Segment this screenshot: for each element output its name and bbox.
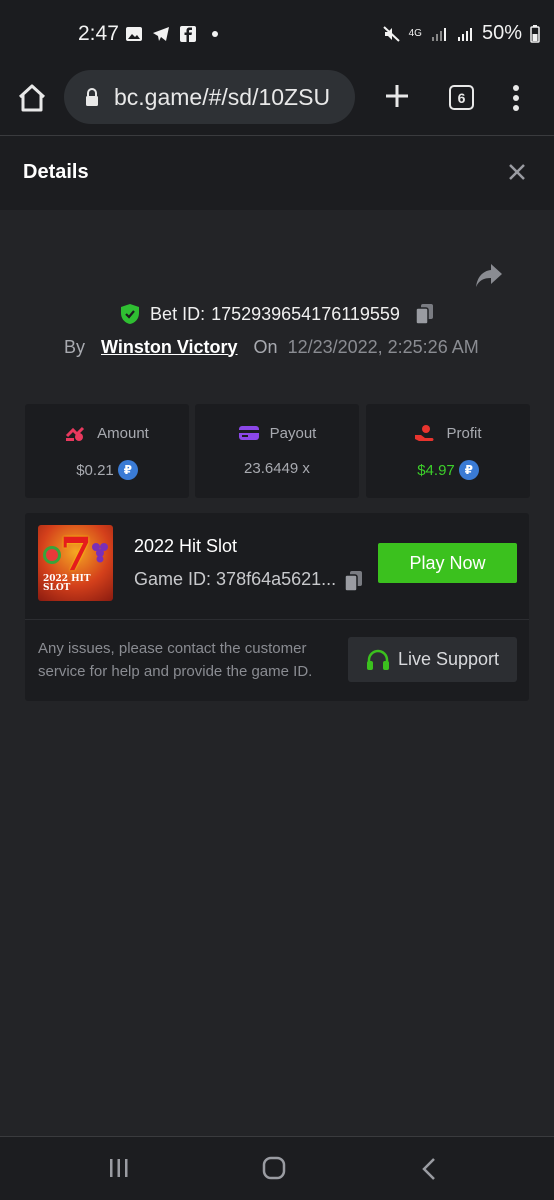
- bet-id-row: Bet ID: 1752939654176119559: [0, 301, 554, 327]
- facebook-icon: [180, 26, 196, 42]
- dot-icon: [212, 31, 218, 37]
- thumbnail-text: 2022 HIT SLOT: [43, 575, 91, 593]
- bet-date: 12/23/2022, 2:25:26 AM: [287, 336, 479, 357]
- mute-icon: [382, 25, 400, 42]
- new-tab-icon[interactable]: [381, 80, 413, 112]
- game-id-label: Game ID:: [134, 569, 212, 589]
- game-id-value: 378f64a5621...: [216, 569, 337, 589]
- payout-label: Payout: [269, 424, 317, 442]
- amount-card: Amount $0.21 ₽: [25, 404, 189, 498]
- thumbnail-text-line2: SLOT: [43, 583, 71, 593]
- game-id: Game ID: 378f64a5621...: [134, 569, 336, 590]
- payout-card: Payout 23.6449 x: [195, 404, 359, 498]
- coin-icon: ₽: [117, 460, 138, 480]
- bet-id-value: 1752939654176119559: [211, 303, 400, 324]
- verified-shield-icon: [121, 304, 140, 324]
- back-icon[interactable]: [420, 1157, 438, 1181]
- tab-switcher-button[interactable]: 6: [449, 85, 474, 110]
- profit-card: Profit $4.97 ₽: [366, 404, 530, 498]
- details-header: Details: [0, 136, 554, 210]
- network-label: 4G: [408, 27, 422, 39]
- url-text: bc.game/#/sd/10ZSU: [114, 83, 331, 110]
- copy-icon[interactable]: [343, 570, 363, 592]
- home-icon[interactable]: [16, 82, 48, 114]
- telegram-icon: [153, 27, 169, 41]
- support-info-text: Any issues, please contact the customer …: [38, 640, 313, 680]
- signal-icon: [431, 27, 446, 41]
- battery-icon: [530, 24, 540, 43]
- play-now-button[interactable]: Play Now: [378, 543, 517, 583]
- coin-icon: ₽: [458, 460, 479, 480]
- profit-value: $4.97: [417, 461, 455, 479]
- amount-icon: [66, 426, 85, 441]
- game-title: 2022 Hit Slot: [134, 536, 238, 556]
- battery-text: 50%: [481, 22, 522, 44]
- signal-icon: [457, 27, 472, 41]
- watermelon-icon: [43, 546, 61, 564]
- close-icon[interactable]: [506, 161, 528, 183]
- status-icons-right: 4G 50%: [382, 22, 540, 45]
- game-thumbnail[interactable]: 7 2022 HIT SLOT: [38, 525, 113, 601]
- more-menu-icon[interactable]: [506, 82, 526, 114]
- amount-value: $0.21: [76, 461, 114, 479]
- bet-author-row: By Winston Victory On 12/23/2022, 2:25:2…: [64, 334, 479, 360]
- status-icons-left: [125, 26, 224, 42]
- live-support-button[interactable]: Live Support: [348, 637, 517, 682]
- browser-toolbar: bc.game/#/sd/10ZSU 6: [0, 68, 554, 136]
- payout-value: 23.6449 x: [244, 460, 310, 477]
- grapes-icon: [92, 543, 108, 563]
- by-label: By: [64, 336, 86, 357]
- live-support-label: Live Support: [397, 649, 500, 669]
- home-nav-icon[interactable]: [261, 1155, 287, 1181]
- card-icon: [238, 426, 259, 440]
- game-card: 7 2022 HIT SLOT 2022 Hit Slot Game ID: 3…: [25, 513, 529, 701]
- profit-label: Profit: [446, 424, 482, 442]
- image-icon: [126, 27, 142, 41]
- headset-icon: [366, 649, 389, 670]
- recents-icon[interactable]: [108, 1157, 130, 1179]
- bet-id-label: Bet ID:: [150, 303, 206, 324]
- status-time: 2:47: [78, 22, 119, 45]
- status-bar: 2:47 4G 50%: [0, 0, 554, 68]
- divider: [25, 619, 529, 620]
- share-icon[interactable]: [474, 262, 504, 290]
- address-bar[interactable]: bc.game/#/sd/10ZSU: [64, 70, 355, 124]
- page-title: Details: [23, 161, 89, 183]
- copy-icon[interactable]: [414, 303, 434, 325]
- on-label: On: [253, 336, 278, 357]
- thumbnail-seven-glyph: 7: [60, 527, 93, 581]
- system-nav-bar: [0, 1136, 554, 1200]
- amount-label: Amount: [97, 424, 149, 442]
- lock-icon: [86, 88, 98, 106]
- profit-icon: [415, 425, 434, 441]
- user-link[interactable]: Winston Victory: [101, 337, 238, 358]
